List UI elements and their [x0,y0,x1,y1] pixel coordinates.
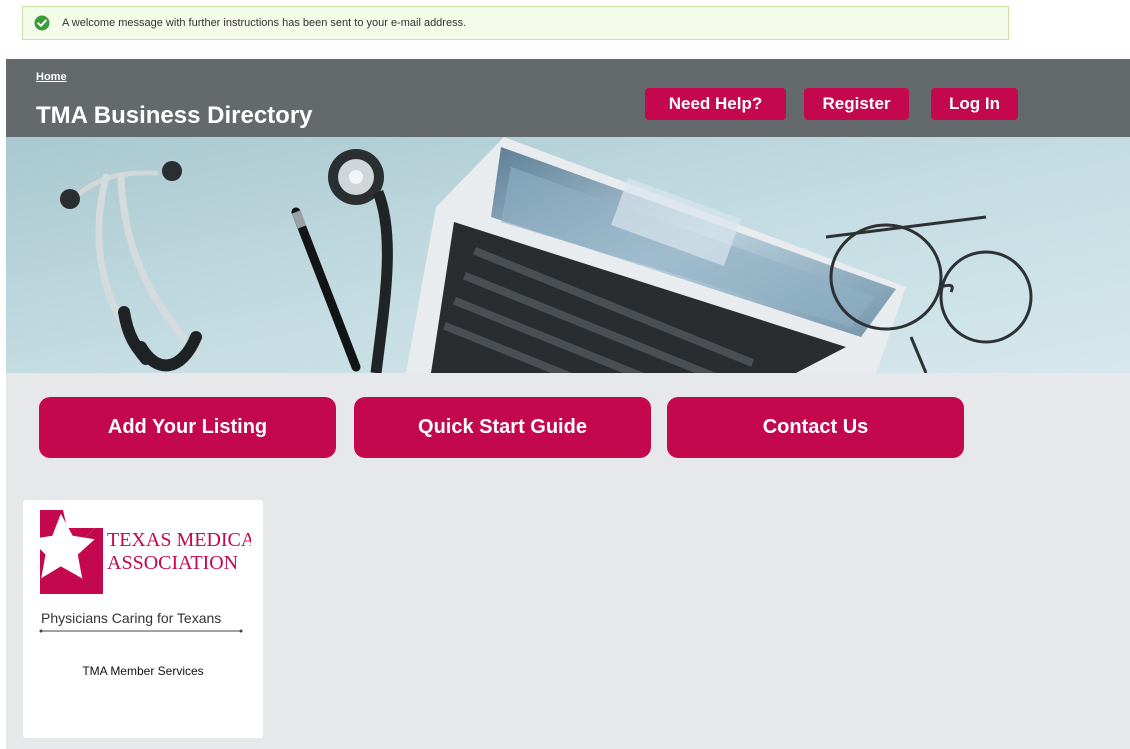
listing-card[interactable]: TEXAS MEDICAL ASSOCIATION Physicians Car… [23,500,263,738]
listing-name[interactable]: TMA Member Services [23,664,263,678]
check-circle-icon [34,15,50,31]
logo-tagline: Physicians Caring for Texans [41,610,221,626]
tma-logo: TEXAS MEDICAL ASSOCIATION Physicians Car… [35,510,251,633]
need-help-button[interactable]: Need Help? [645,88,786,120]
site-header: Home TMA Business Directory Need Help? R… [6,59,1130,137]
page-title: TMA Business Directory [36,102,313,129]
status-notice: A welcome message with further instructi… [22,6,1009,40]
contact-us-button[interactable]: Contact Us [667,397,964,458]
hero-photo [6,137,1130,373]
breadcrumb-home[interactable]: Home [36,71,67,83]
notice-message: A welcome message with further instructi… [62,17,467,29]
logo-line-2: ASSOCIATION [107,552,238,574]
login-button[interactable]: Log In [931,88,1018,120]
logo-line-1: TEXAS MEDICAL [107,529,251,551]
main-content: Add Your Listing Quick Start Guide Conta… [6,373,1130,749]
hero-image [6,137,1130,373]
quick-start-guide-button[interactable]: Quick Start Guide [354,397,651,458]
add-your-listing-button[interactable]: Add Your Listing [39,397,336,458]
register-button[interactable]: Register [804,88,909,120]
